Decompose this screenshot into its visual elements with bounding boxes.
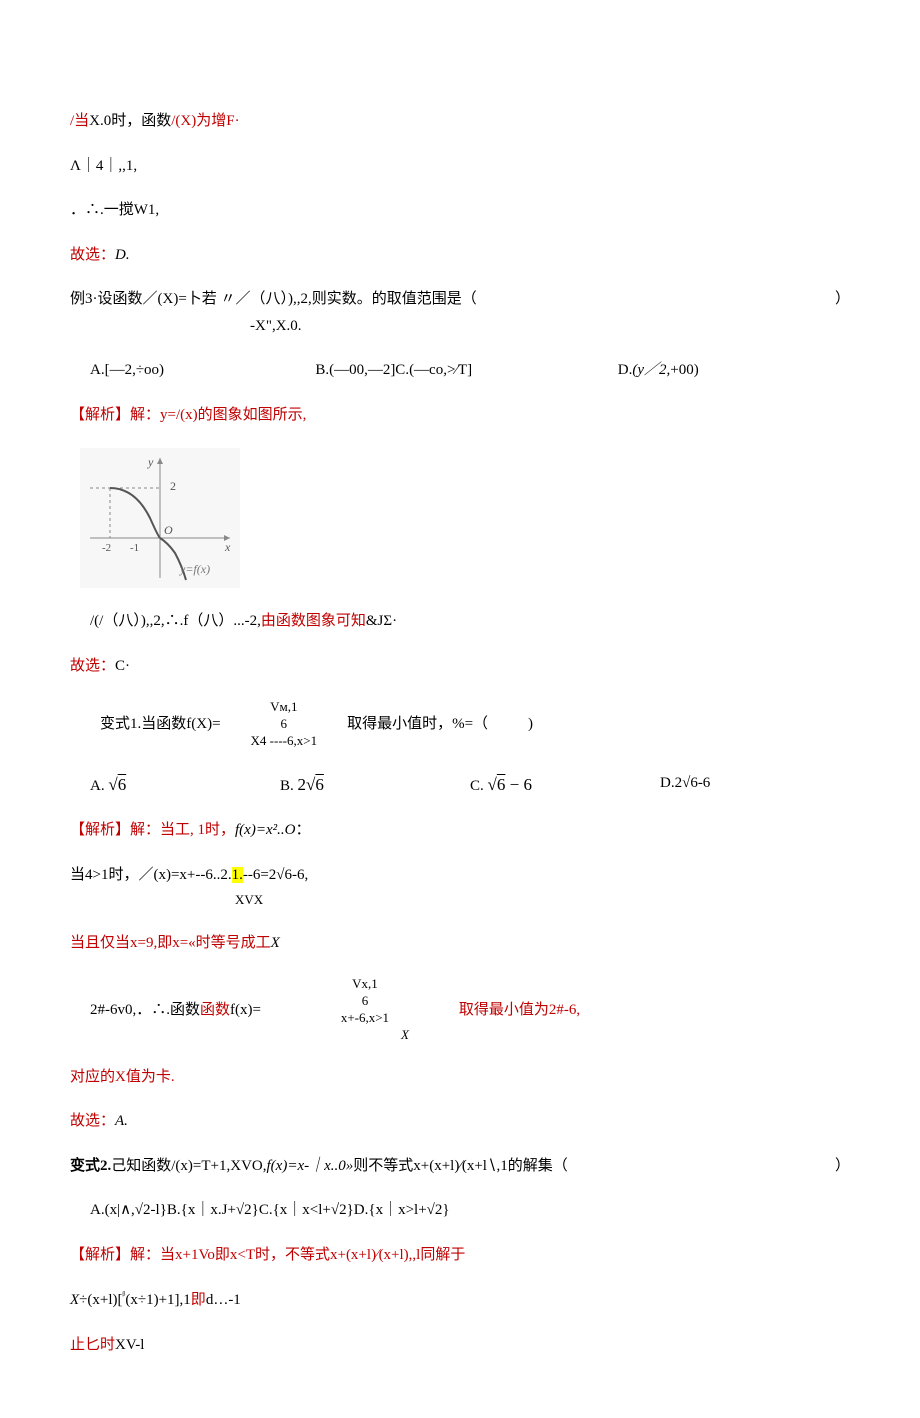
text-line: 当4>1时，／(x)=x+--6..2.1.--6=2√6-6,: [70, 864, 850, 887]
text: 当4>1时，／(x)=x+--6..2.: [70, 867, 232, 883]
text: /当: [70, 113, 89, 129]
text: &JΣ·: [366, 613, 397, 629]
option-b: B. 2√6: [280, 772, 470, 798]
option-c: C. √6 − 6: [470, 772, 660, 798]
text: (y／2,: [632, 362, 670, 378]
answer: D.: [115, 247, 130, 263]
case: 6: [321, 993, 409, 1010]
options-row: A.(x|∧,√2-l}B.{x｜x.J+√2}C.{x｜x<l+√2}D.{x…: [70, 1199, 850, 1222]
text: X.0时，函数: [89, 113, 171, 129]
option-a: A.[—2,÷oo): [90, 359, 315, 382]
svg-text:y=f(x): y=f(x): [179, 562, 210, 576]
label: 变式2.: [70, 1158, 111, 1174]
case: x+-6,x>1: [321, 1010, 409, 1027]
piecewise: Vᴍ,1 6 X4 ----6,x>1: [251, 699, 318, 750]
label: A.: [90, 778, 108, 794]
text: 取得最小值时，%=（: [347, 713, 488, 736]
case: X4 ----6,x>1: [251, 733, 318, 750]
svg-text:-2: -2: [102, 542, 111, 554]
case: Vx,1: [321, 976, 409, 993]
example-3: 例3·设函数／(X)=卜若 〃／（八）),,2,则实数。的取值范围是（ ）: [70, 288, 850, 311]
variant-1: 变式1.当函数f(X)= Vᴍ,1 6 X4 ----6,x>1 取得最小值时，…: [70, 699, 850, 750]
answer-line: 故选：A.: [70, 1110, 850, 1133]
text: 由函数图象可知: [261, 613, 366, 629]
label: 【解析】解：y=: [70, 407, 176, 423]
text-line: Λ｜4｜,,1,: [70, 155, 850, 178]
text: 即: [191, 1292, 206, 1308]
text: X: [271, 935, 280, 951]
text: 当且仅当x=9,即x=«时等号成工: [70, 935, 271, 951]
case: 6: [251, 716, 318, 733]
svg-text:y: y: [147, 455, 154, 469]
option-bc: B.(—00,—2]C.(—co,>∕T]: [315, 359, 617, 382]
options-row: A.[—2,÷oo) B.(—00,—2]C.(—co,>∕T] D.(y／2,…: [70, 359, 850, 382]
text: /(/（八）),,2,∴.f（八）...-2,: [90, 613, 261, 629]
variant-2: 变式2.己知函数/(x)=T+1,XVO,f(x)=x-｜x..0»则不等式x+…: [70, 1155, 850, 1178]
text-line: 当且仅当x=9,即x=«时等号成工X: [70, 932, 850, 955]
min-value-line: 2#-6v0,．∴.函数函数f(x)= Vx,1 6 x+-6,x>1 X 取得…: [70, 976, 850, 1044]
svg-text:2: 2: [170, 479, 176, 493]
option-d: D.2√6-6: [660, 772, 850, 798]
label: C.: [470, 778, 488, 794]
analysis-line: 【解析】解：当x+1Vo即x<T时，不等式x+(x+l)∕(x+l),,l同解于: [70, 1244, 850, 1267]
answer: A.: [115, 1113, 128, 1129]
option-a: A. √6: [90, 772, 280, 798]
text-line: /当X.0时，函数/(X)为增F·: [70, 110, 850, 133]
text: ÷(x+l)[ᵝ(x÷1)+1],1: [79, 1292, 191, 1308]
text-line: 对应的X值为卡.: [70, 1066, 850, 1089]
highlight: 1.: [232, 867, 243, 883]
sub-expression: -X",X.0.: [70, 315, 850, 338]
text-line: ．∴.一搅W1,: [70, 199, 850, 222]
svg-text:O: O: [164, 523, 173, 537]
options-row: A. √6 B. 2√6 C. √6 − 6 D.2√6-6: [70, 772, 850, 798]
label: 故选：: [70, 247, 115, 263]
text: +00): [670, 362, 698, 378]
text: 取得最小值为2#-6,: [459, 999, 580, 1022]
text-line: /(/（八）),,2,∴.f（八）...-2,由函数图象可知&JΣ·: [70, 610, 850, 633]
text: d…-1: [206, 1292, 241, 1308]
answer-line: 故选：D.: [70, 244, 850, 267]
svg-text:x: x: [224, 540, 231, 554]
text: /(X)为增F·: [171, 113, 239, 129]
option-d: D.(y／2,+00): [618, 359, 850, 382]
paren: ）: [835, 288, 850, 311]
text: ：: [295, 822, 310, 838]
text: --6=2√6-6,: [243, 867, 308, 883]
function-graph: 2 -2 -1 O x y y=f(x): [80, 448, 240, 588]
piecewise: Vx,1 6 x+-6,x>1 X: [321, 976, 409, 1044]
label: 故选：: [70, 658, 115, 674]
analysis-line: 【解析】解：y=/(x)的图象如图所示,: [70, 404, 850, 427]
case: Vᴍ,1: [251, 699, 318, 716]
paren: ): [528, 713, 533, 736]
answer-line: 故选：C·: [70, 655, 850, 678]
svg-text:-1: -1: [130, 542, 139, 554]
paren: ）: [835, 1155, 850, 1178]
text: 变式1.当函数f(X)=: [100, 713, 221, 736]
sub-expression: XVX: [70, 890, 850, 910]
analysis-line: 【解析】解：当工, 1时，f(x)=x²..O：: [70, 819, 850, 842]
text: 2#-6v0,．∴.函数函数f(x)=: [90, 999, 261, 1022]
case: X: [401, 1027, 409, 1044]
text: f(x)=x²..O: [235, 822, 295, 838]
label: 【解析】解：当工, 1时，: [70, 822, 235, 838]
answer: C·: [115, 658, 130, 674]
label: 故选：: [70, 1113, 115, 1129]
text: 变式2.己知函数/(x)=T+1,XVO,f(x)=x-｜x..0»则不等式x+…: [70, 1155, 568, 1178]
text-line: X÷(x+l)[ᵝ(x÷1)+1],1即d…-1: [70, 1288, 850, 1312]
text: /(x)的图象如图所示,: [176, 407, 306, 423]
label: B.: [280, 778, 298, 794]
text: D.: [618, 362, 633, 378]
text: X: [70, 1292, 79, 1308]
text: 例3·设函数／(X)=卜若 〃／（八）),,2,则实数。的取值范围是（: [70, 288, 477, 311]
text-line: 止匕时XV-l: [70, 1334, 850, 1357]
